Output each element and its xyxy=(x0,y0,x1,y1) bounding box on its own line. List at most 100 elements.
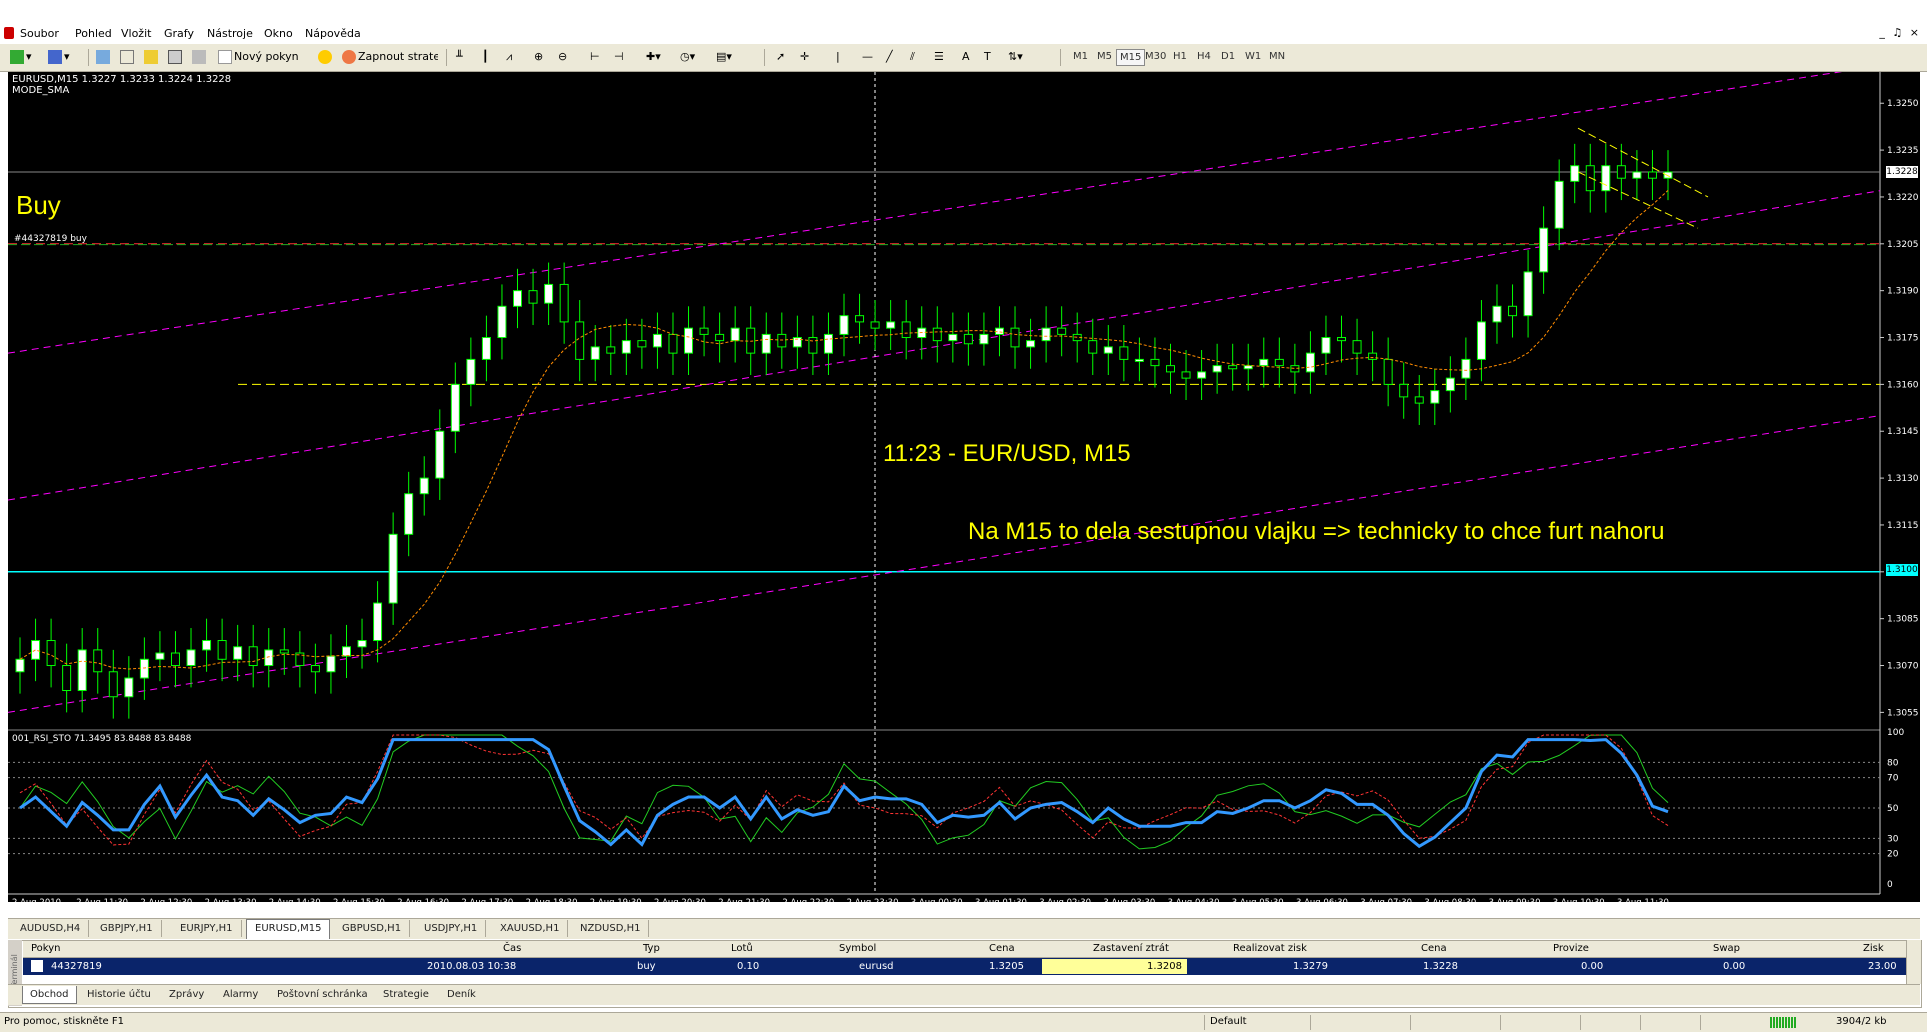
chart-shift-icon[interactable]: ⊣ xyxy=(614,48,624,66)
templates-icon[interactable]: ▤▾ xyxy=(716,48,732,66)
col-tp[interactable]: Realizovat zisk xyxy=(1233,942,1307,956)
candle-body xyxy=(652,333,662,348)
tf-m30[interactable]: M30 xyxy=(1142,49,1169,64)
candle-body xyxy=(1181,371,1191,379)
warning-icon[interactable] xyxy=(318,48,334,66)
zoom-in-icon[interactable]: ⊕ xyxy=(534,48,543,66)
tab-audusd[interactable]: AUDUSD,H4 xyxy=(12,920,90,937)
market-watch-icon[interactable] xyxy=(96,48,112,66)
col-swap[interactable]: Swap xyxy=(1713,942,1740,956)
new-order-button[interactable]: Nový pokyn xyxy=(218,48,299,66)
arrows-icon[interactable]: ⇅▾ xyxy=(1008,48,1023,66)
row-tp[interactable]: 1.3279 xyxy=(1293,959,1328,974)
text-icon[interactable]: A xyxy=(962,48,970,66)
menu-pohled[interactable]: Pohled xyxy=(75,27,112,40)
tf-m5[interactable]: M5 xyxy=(1094,49,1115,64)
time-tick-label: 3 Aug 08:30 xyxy=(1424,898,1476,902)
cursor-icon[interactable]: ➚ xyxy=(776,48,785,66)
order-line-label: #44327819 buy xyxy=(14,234,87,244)
tester-icon[interactable] xyxy=(192,48,208,66)
col-lotu[interactable]: Lotů xyxy=(731,942,753,956)
tab-obchod[interactable]: Obchod xyxy=(22,986,77,1004)
col-cena-current[interactable]: Cena xyxy=(1421,942,1447,956)
indicators-icon[interactable]: ✚▾ xyxy=(646,48,661,66)
candle-body xyxy=(1492,305,1502,323)
tab-nzdusd[interactable]: NZDUSD,H1 xyxy=(572,920,650,937)
horizontal-line-icon[interactable]: — xyxy=(862,48,873,66)
text-label-icon[interactable]: T xyxy=(984,48,991,66)
terminal-scrollbar[interactable] xyxy=(1906,940,1921,984)
price-tick-label: 1.3055 xyxy=(1887,708,1919,718)
tf-m15[interactable]: M15 xyxy=(1116,49,1146,66)
menu-nastroje[interactable]: Nástroje xyxy=(207,27,253,40)
candle-body xyxy=(1430,390,1440,404)
tab-usdjpy[interactable]: USDJPY,H1 xyxy=(416,920,487,937)
tab-postovni[interactable]: Poštovní schránka xyxy=(270,986,375,1003)
channel-icon[interactable]: ⫽ xyxy=(910,48,915,66)
tab-gbpusd[interactable]: GBPUSD,H1 xyxy=(334,920,411,937)
window-controls[interactable]: _ ♫ × xyxy=(1879,26,1921,39)
price-tick-label: 1.3175 xyxy=(1887,334,1919,344)
chart-window[interactable]: 1.3250 1.3235 1.3220 1.3205 1.3190 1.3175 1.31… xyxy=(8,72,1920,902)
tab-strategie[interactable]: Strategie xyxy=(376,986,436,1003)
candle-body xyxy=(1647,171,1657,179)
new-chart-icon[interactable]: ▾ xyxy=(10,48,32,66)
navigator-icon[interactable] xyxy=(144,48,160,66)
auto-scroll-icon[interactable]: ⊢ xyxy=(590,48,600,66)
time-tick-label: 2 Aug 2010 xyxy=(12,898,61,902)
candle-body xyxy=(1259,358,1269,367)
candle-body xyxy=(590,346,600,360)
table-row[interactable]: 44327819 2010.08.03 10:38 buy 0.10 eurus… xyxy=(23,958,1907,975)
candle-body xyxy=(233,646,243,660)
tf-w1[interactable]: W1 xyxy=(1242,49,1264,64)
menu-grafy[interactable]: Grafy xyxy=(164,27,194,40)
bar-chart-icon[interactable]: ╨ xyxy=(456,48,463,66)
menu-okno[interactable]: Okno xyxy=(264,27,293,40)
candle-body xyxy=(1103,346,1113,354)
row-price: 1.3205 xyxy=(989,961,1024,972)
profiles-icon[interactable]: ▾ xyxy=(48,48,70,66)
trend-line-icon[interactable]: ╱ xyxy=(886,48,893,66)
tf-mn[interactable]: MN xyxy=(1266,49,1288,64)
tf-m1[interactable]: M1 xyxy=(1070,49,1091,64)
col-symbol[interactable]: Symbol xyxy=(839,942,876,956)
menu-soubor[interactable]: Soubor xyxy=(20,27,59,40)
line-chart-icon[interactable]: ⩘ xyxy=(506,48,512,66)
col-typ[interactable]: Typ xyxy=(643,942,660,956)
app-icon[interactable] xyxy=(4,27,14,39)
tf-d1[interactable]: D1 xyxy=(1218,49,1238,64)
col-cena[interactable]: Cena xyxy=(989,942,1015,956)
tab-historie[interactable]: Historie účtu xyxy=(80,986,158,1003)
tab-eurjpy[interactable]: EURJPY,H1 xyxy=(172,920,242,937)
tab-alarmy[interactable]: Alarmy xyxy=(216,986,265,1003)
col-cas[interactable]: Čas xyxy=(503,942,521,956)
col-zisk[interactable]: Zisk xyxy=(1863,942,1884,956)
tab-eurusd[interactable]: EURUSD,M15 xyxy=(246,919,331,939)
tab-gbpjpy[interactable]: GBPJPY,H1 xyxy=(92,920,162,937)
tab-zpravy[interactable]: Zprávy xyxy=(162,986,211,1003)
crosshair-icon[interactable]: ✛ xyxy=(800,48,809,66)
menu-napoveda[interactable]: Nápověda xyxy=(305,27,361,40)
expert-advisors-button[interactable]: Zapnout strategie xyxy=(342,48,438,66)
zoom-out-icon[interactable]: ⊖ xyxy=(558,48,567,66)
fibonacci-icon[interactable]: ☰ xyxy=(934,48,944,66)
periods-icon[interactable]: ◷▾ xyxy=(680,48,695,66)
candle-body xyxy=(310,665,320,673)
sma-line xyxy=(19,190,1669,670)
chart-canvas[interactable]: 1.3250 1.3235 1.3220 1.3205 1.3190 1.3175 1.31… xyxy=(8,72,1920,902)
data-window-icon[interactable] xyxy=(120,48,136,66)
tf-h1[interactable]: H1 xyxy=(1170,49,1190,64)
col-provize[interactable]: Provize xyxy=(1553,942,1589,956)
tab-xauusd[interactable]: XAUUSD,H1 xyxy=(492,920,569,937)
vertical-line-icon[interactable]: | xyxy=(836,48,840,66)
col-sl[interactable]: Zastavení ztrát xyxy=(1093,942,1169,956)
candlestick-icon[interactable]: ┃ xyxy=(482,48,489,66)
candle-body xyxy=(668,333,678,354)
terminal-icon[interactable] xyxy=(168,48,184,66)
row-sl[interactable]: 1.3208 xyxy=(1147,959,1182,974)
menu-vlozit[interactable]: Vložit xyxy=(121,27,151,40)
tab-denik[interactable]: Deník xyxy=(440,986,483,1003)
tf-h4[interactable]: H4 xyxy=(1194,49,1214,64)
col-pokyn[interactable]: Pokyn xyxy=(31,942,60,956)
candle-body xyxy=(155,652,165,660)
